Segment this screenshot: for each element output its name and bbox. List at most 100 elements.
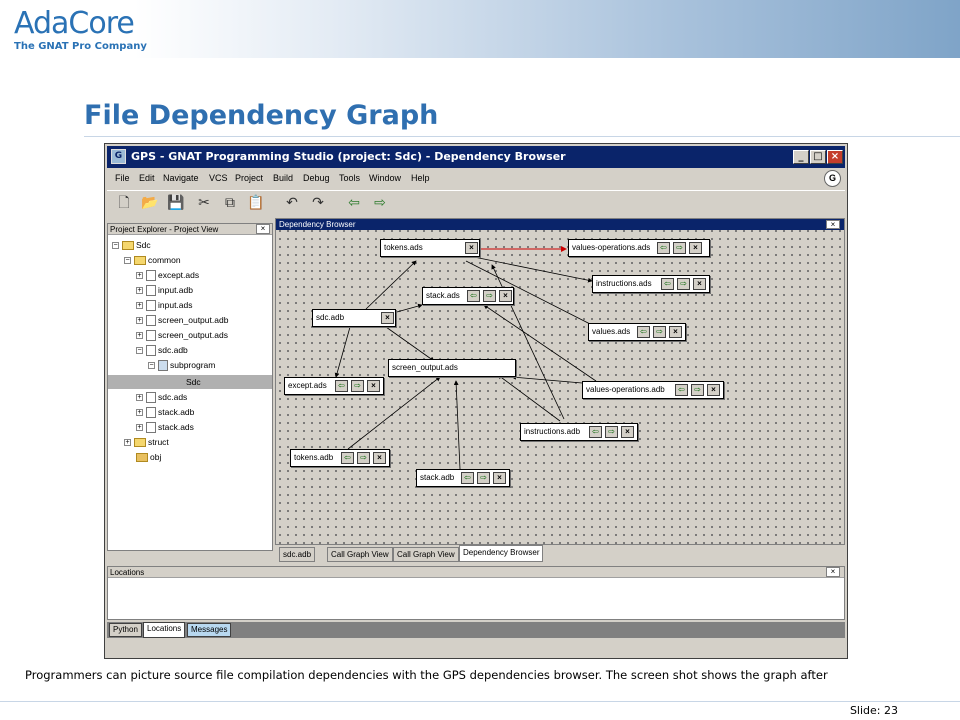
- node-close-icon[interactable]: ×: [465, 242, 478, 254]
- node-close-icon[interactable]: ×: [669, 326, 682, 338]
- node-values-ads[interactable]: values.ads ⇦ ⇨ ×: [588, 323, 686, 341]
- node-stack-ads[interactable]: stack.ads ⇦ ⇨ ×: [422, 287, 514, 305]
- locations-close-icon[interactable]: ×: [826, 567, 840, 577]
- left-arrow-icon[interactable]: ⇦: [461, 472, 474, 484]
- menu-debug[interactable]: Debug: [303, 173, 330, 183]
- node-close-icon[interactable]: ×: [707, 384, 720, 396]
- collapse-icon[interactable]: −: [148, 362, 155, 370]
- expand-icon[interactable]: +: [136, 317, 143, 325]
- node-values-operations-adb[interactable]: values-operations.adb ⇦ ⇨ ×: [582, 381, 724, 399]
- maximize-button[interactable]: □: [810, 150, 826, 164]
- node-close-icon[interactable]: ×: [373, 452, 386, 464]
- tab-messages[interactable]: Messages: [187, 623, 232, 637]
- right-arrow-icon[interactable]: ⇨: [605, 426, 618, 438]
- menu-tools[interactable]: Tools: [339, 173, 360, 183]
- paste-icon[interactable]: 📋: [245, 193, 267, 213]
- cut-icon[interactable]: ✂: [193, 193, 215, 213]
- tab-python[interactable]: Python: [109, 623, 142, 637]
- node-tokens-adb[interactable]: tokens.adb ⇦ ⇨ ×: [290, 449, 390, 467]
- right-arrow-icon[interactable]: ⇨: [673, 242, 686, 254]
- open-folder-icon[interactable]: 📂: [139, 193, 161, 213]
- node-instructions-ads[interactable]: instructions.ads ⇦ ⇨ ×: [592, 275, 710, 293]
- left-arrow-icon[interactable]: ⇦: [589, 426, 602, 438]
- menu-file[interactable]: File: [115, 173, 130, 183]
- expand-icon[interactable]: +: [136, 424, 143, 432]
- tab-call-graph-view-1[interactable]: Call Graph View: [327, 547, 393, 562]
- tree-item-sdc-subprogram[interactable]: Sdc: [186, 375, 201, 389]
- tree-item-sdc-ads[interactable]: + sdc.ads: [136, 390, 187, 404]
- node-close-icon[interactable]: ×: [693, 278, 706, 290]
- node-sdc-adb[interactable]: sdc.adb ×: [312, 309, 396, 327]
- undo-icon[interactable]: ↶: [281, 193, 303, 213]
- menu-window[interactable]: Window: [369, 173, 401, 183]
- right-arrow-icon[interactable]: ⇨: [691, 384, 704, 396]
- collapse-icon[interactable]: −: [112, 242, 119, 250]
- minimize-button[interactable]: _: [793, 150, 809, 164]
- node-close-icon[interactable]: ×: [621, 426, 634, 438]
- expand-icon[interactable]: +: [136, 302, 143, 310]
- menu-vcs[interactable]: VCS: [209, 173, 228, 183]
- node-close-icon[interactable]: ×: [493, 472, 506, 484]
- tree-item-sdc-project[interactable]: − Sdc: [112, 238, 151, 252]
- left-arrow-icon[interactable]: ⇦: [341, 452, 354, 464]
- node-stack-adb[interactable]: stack.adb ⇦ ⇨ ×: [416, 469, 510, 487]
- node-values-operations-ads[interactable]: values-operations.ads ⇦ ⇨ ×: [568, 239, 710, 257]
- expand-icon[interactable]: +: [136, 332, 143, 340]
- tree-item-input-ads[interactable]: + input.ads: [136, 298, 193, 312]
- left-arrow-icon[interactable]: ⇦: [657, 242, 670, 254]
- right-arrow-icon[interactable]: ⇨: [483, 290, 496, 302]
- node-close-icon[interactable]: ×: [499, 290, 512, 302]
- menu-project[interactable]: Project: [235, 173, 263, 183]
- right-arrow-icon[interactable]: ⇨: [677, 278, 690, 290]
- tree-item-except-ads[interactable]: + except.ads: [136, 268, 199, 282]
- node-close-icon[interactable]: ×: [381, 312, 394, 324]
- expand-icon[interactable]: +: [136, 272, 143, 280]
- right-arrow-icon[interactable]: ⇨: [477, 472, 490, 484]
- tree-item-screen-output-ads[interactable]: + screen_output.ads: [136, 328, 228, 342]
- left-arrow-icon[interactable]: ⇦: [637, 326, 650, 338]
- redo-icon[interactable]: ↷: [307, 193, 329, 213]
- right-arrow-icon[interactable]: ⇨: [351, 380, 364, 392]
- menu-edit[interactable]: Edit: [139, 173, 155, 183]
- right-arrow-icon[interactable]: ⇨: [653, 326, 666, 338]
- tree-item-sdc-adb[interactable]: − sdc.adb: [136, 343, 188, 357]
- tree-item-struct[interactable]: + struct: [124, 435, 169, 449]
- expand-icon[interactable]: +: [136, 394, 143, 402]
- gnat-icon[interactable]: G: [824, 170, 841, 187]
- expand-icon[interactable]: +: [136, 287, 143, 295]
- tab-sdc-adb[interactable]: sdc.adb: [279, 547, 316, 562]
- menu-build[interactable]: Build: [273, 173, 293, 183]
- menu-navigate[interactable]: Navigate: [163, 173, 199, 183]
- tree-item-stack-ads[interactable]: + stack.ads: [136, 420, 194, 434]
- back-arrow-icon[interactable]: ⇦: [343, 193, 365, 213]
- left-arrow-icon[interactable]: ⇦: [661, 278, 674, 290]
- tab-dependency-browser[interactable]: Dependency Browser: [459, 545, 544, 562]
- copy-icon[interactable]: ⧉: [219, 193, 241, 213]
- collapse-icon[interactable]: −: [136, 347, 143, 355]
- tab-call-graph-view-2[interactable]: Call Graph View: [393, 547, 459, 562]
- new-file-icon[interactable]: 🗋: [113, 193, 135, 213]
- expand-icon[interactable]: +: [136, 409, 143, 417]
- tree-item-obj[interactable]: obj: [136, 450, 161, 464]
- menu-help[interactable]: Help: [411, 173, 430, 183]
- left-arrow-icon[interactable]: ⇦: [675, 384, 688, 396]
- node-instructions-adb[interactable]: instructions.adb ⇦ ⇨ ×: [520, 423, 638, 441]
- collapse-icon[interactable]: −: [124, 257, 131, 265]
- expand-icon[interactable]: +: [124, 439, 131, 447]
- tab-locations[interactable]: Locations: [143, 622, 186, 638]
- save-icon[interactable]: 💾: [165, 193, 187, 213]
- tree-item-input-adb[interactable]: + input.adb: [136, 283, 193, 297]
- tree-item-stack-adb[interactable]: + stack.adb: [136, 405, 194, 419]
- forward-arrow-icon[interactable]: ⇨: [369, 193, 391, 213]
- node-tokens-ads[interactable]: tokens.ads ×: [380, 239, 480, 257]
- project-view-close-icon[interactable]: ×: [256, 224, 270, 234]
- node-close-icon[interactable]: ×: [689, 242, 702, 254]
- node-close-icon[interactable]: ×: [367, 380, 380, 392]
- tree-item-screen-output-adb[interactable]: + screen_output.adb: [136, 313, 228, 327]
- left-arrow-icon[interactable]: ⇦: [467, 290, 480, 302]
- tree-item-subprogram[interactable]: − subprogram: [148, 358, 215, 372]
- node-except-ads[interactable]: except.ads ⇦ ⇨ ×: [284, 377, 384, 395]
- node-screen-output-ads[interactable]: screen_output.ads: [388, 359, 516, 377]
- right-arrow-icon[interactable]: ⇨: [357, 452, 370, 464]
- tree-item-common[interactable]: − common: [124, 253, 181, 267]
